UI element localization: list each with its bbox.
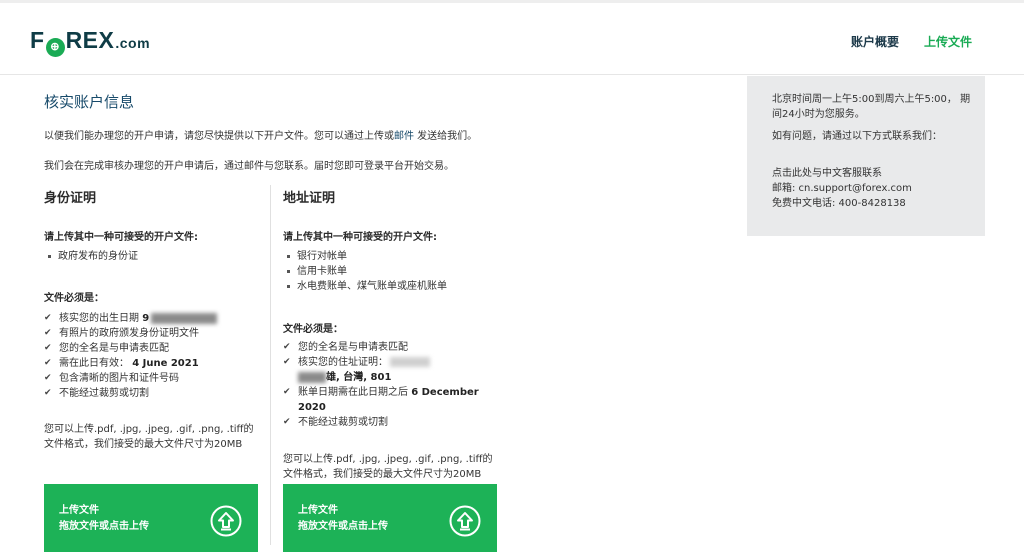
check-icon: ✔ [283,357,291,367]
logo-text-f: F [30,27,45,53]
address-proof-heading: 地址证明 [283,191,336,206]
identity-requirements-list: ✔ 核实您的出生日期 9 ✔ 有照片的政府颁发身份证明文件 ✔ 您的全名是与申请表匹配… [44,311,218,401]
upload-title: 上传文件 [59,505,99,516]
support-email[interactable]: 邮箱: cn.support@forex.com [772,181,912,196]
column-divider [270,185,271,545]
requirement-text: 需在此日有效： [59,358,133,369]
identity-formats-note: 您可以上传.pdf, .jpg, .jpeg, .gif, .png, .tif… [44,424,254,450]
check-icon: ✔ [44,313,52,323]
contact-prompt: 如有问题，请通过以下方式联系我们： [772,131,942,142]
requirement-item: ✔ 账单日期需在此日期之后 6 December 2020 [283,385,479,415]
identity-accept-heading: 请上传其中一种可接受的开户文件: [44,232,198,243]
check-icon: ✔ [283,387,291,397]
check-icon: ✔ [283,342,291,352]
requirement-item: ✔ 不能经过裁剪或切割 [44,386,217,401]
requirement-text: 不能经过裁剪或切割 [298,417,388,428]
identity-must-heading: 文件必须是： [44,293,104,304]
requirement-text: 您的全名是与申请表匹配 [298,342,408,353]
site-header: F ⊕ REX .com 账户概要 上传文件 [0,3,1024,75]
address-accept-heading: 请上传其中一种可接受的开户文件: [283,232,437,243]
requirement-item: ✔ 您的全名是与申请表匹配 [283,340,479,355]
list-item: 银行对帐单 [283,249,447,264]
address-upload-dropzone[interactable]: 上传文件 拖放文件或点击上传 [283,484,497,552]
redacted-block [151,312,218,324]
requirement-item: ✔ 不能经过裁剪或切割 [283,415,479,430]
main-content: 核实账户信息 以便我们能办理您的开户申请，请您尽快提供以下开户文件。您可以通过上… [0,76,1024,554]
upload-arrow-icon [449,505,481,537]
identity-proof-heading: 身份证明 [44,191,97,206]
nav-upload-files[interactable]: 上传文件 [924,33,972,50]
check-icon: ✔ [44,343,52,353]
requirement-text: 核实您的住址证明： [298,357,388,368]
list-item: 信用卡账单 [283,264,447,279]
requirement-item: ✔ 包含清晰的图片和证件号码 [44,371,217,386]
requirement-text: 不能经过裁剪或切割 [59,388,149,399]
requirement-text: 您的全名是与申请表匹配 [59,343,169,354]
address-requirements-list: ✔ 您的全名是与申请表匹配 ✔ 核实您的住址证明： 雄, 台灣, 801 ✔ 账单日期需… [283,340,479,430]
logo-text-rex: REX [65,27,115,53]
upload-arrow-icon [210,505,242,537]
birth-date-value: 9 [142,313,150,324]
requirement-item: ✔ 需在此日有效： 4 June 2021 [44,356,217,371]
logo-text-com: .com [115,35,151,51]
upload-subtitle: 拖放文件或点击上传 [298,521,388,532]
requirement-text: 核实您的出生日期 [59,313,143,324]
check-icon: ✔ [44,388,52,398]
upload-title: 上传文件 [298,505,338,516]
nav-account-overview[interactable]: 账户概要 [851,33,899,50]
check-icon: ✔ [44,373,52,383]
intro-text: 以便我们能办理您的开户申请，请您尽快提供以下开户文件。您可以通过上传或 [44,131,394,142]
bill-date-year: 2020 [298,402,326,413]
list-item: 政府发布的身份证 [44,249,138,264]
intro-text-end: 发送给我们。 [414,131,478,142]
requirement-text: 包含清晰的图片和证件号码 [59,373,179,384]
bill-date-value: 6 December [411,387,479,398]
address-must-heading: 文件必须是： [283,324,343,335]
redacted-block [390,357,430,367]
address-accepted-list: 银行对帐单 信用卡账单 水电费账单、煤气账单或座机账单 [283,249,447,294]
forex-logo[interactable]: F ⊕ REX .com [30,27,151,57]
requirement-item: ✔ 核实您的住址证明： 雄, 台灣, 801 [283,355,479,385]
address-value: 雄, 台灣, 801 [326,372,392,383]
identity-upload-dropzone[interactable]: 上传文件 拖放文件或点击上传 [44,484,258,552]
upload-subtitle: 拖放文件或点击上传 [59,521,149,532]
service-hours: 北京时间周一上午5:00到周六上午5:00， 期间24小时为您服务。 [772,94,971,120]
requirement-item: ✔ 核实您的出生日期 9 [44,311,218,326]
support-phone: 免费中文电话: 400-8428138 [772,198,906,209]
check-icon: ✔ [44,358,52,368]
identity-accepted-list: 政府发布的身份证 [44,249,138,264]
list-item: 水电费账单、煤气账单或座机账单 [283,279,447,294]
review-paragraph: 我们会在完成审核办理您的开户申请后，通过邮件与您联系。届时您即可登录平台开始交易… [44,161,454,172]
requirement-text: 账单日期需在此日期之后 [298,387,412,398]
address-formats-note: 您可以上传.pdf, .jpg, .jpeg, .gif, .png, .tif… [283,454,493,480]
requirement-item: ✔ 有照片的政府颁发身份证明文件 [44,326,217,341]
chinese-support-link[interactable]: 点击此处与中文客服联系 [772,166,882,181]
email-link[interactable]: 邮件 [394,131,414,142]
requirement-text: 有照片的政府颁发身份证明文件 [59,328,199,339]
page-title: 核实账户信息 [44,93,135,111]
logo-globe-icon: ⊕ [45,38,65,57]
check-icon: ✔ [44,328,52,338]
redacted-block [298,371,326,383]
requirement-item: ✔ 您的全名是与申请表匹配 [44,341,217,356]
check-icon: ✔ [283,417,291,427]
support-sidebar: 北京时间周一上午5:00到周六上午5:00， 期间24小时为您服务。 如有问题，… [747,76,985,236]
valid-date-value: 4 June 2021 [132,358,199,369]
intro-paragraph: 以便我们能办理您的开户申请，请您尽快提供以下开户文件。您可以通过上传或邮件 发送… [44,127,477,142]
